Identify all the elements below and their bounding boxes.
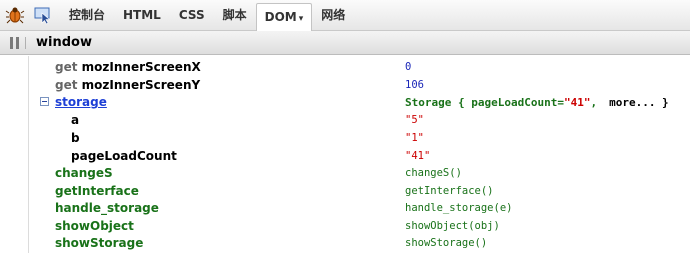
- tab-label: HTML: [123, 7, 161, 22]
- property-value[interactable]: handle_storage(e): [405, 202, 512, 214]
- property-name: showObject: [55, 219, 134, 233]
- firebug-toolbar: 控制台 HTML CSS 脚本 DOM ▾ 网络: [0, 0, 690, 31]
- dom-property-row[interactable]: b "1": [0, 129, 690, 147]
- property-value: 106: [405, 79, 424, 91]
- getter-prefix: get: [55, 60, 78, 74]
- property-name: changeS: [55, 166, 113, 180]
- dom-property-row-storage[interactable]: storage Storage { pageLoadCount="41", mor…: [0, 93, 690, 111]
- tab-label: 脚本: [222, 7, 247, 22]
- tab-label: CSS: [178, 7, 205, 22]
- tab-net[interactable]: 网络: [312, 0, 354, 31]
- inspect-pointer-icon[interactable]: [32, 4, 54, 26]
- tab-console[interactable]: 控制台: [60, 0, 114, 31]
- dom-property-row[interactable]: pageLoadCount "41": [0, 147, 690, 165]
- object-summary: Storage { pageLoadCount=: [405, 95, 564, 109]
- tab-label: DOM: [264, 9, 297, 24]
- property-value[interactable]: getInterface(): [405, 185, 494, 197]
- tab-label: 网络: [321, 7, 346, 22]
- firebug-bug-icon[interactable]: [4, 4, 26, 26]
- tab-css[interactable]: CSS: [170, 0, 214, 31]
- property-name: getInterface: [55, 184, 139, 198]
- property-value: "41": [405, 150, 431, 162]
- pane-grip-icon[interactable]: [10, 31, 26, 55]
- property-name: a: [71, 113, 80, 127]
- breadcrumb: window: [0, 31, 690, 55]
- property-value[interactable]: changeS(): [405, 167, 462, 179]
- panel-tabs: 控制台 HTML CSS 脚本 DOM ▾ 网络: [60, 0, 354, 31]
- property-value[interactable]: showStorage(): [405, 237, 487, 249]
- object-summary-string: "41": [563, 95, 591, 109]
- dom-property-row[interactable]: showObject showObject(obj): [0, 217, 690, 235]
- dom-property-row[interactable]: handle_storage handle_storage(e): [0, 199, 690, 217]
- dom-property-row[interactable]: get mozInnerScreenX 0: [0, 58, 690, 76]
- property-name[interactable]: storage: [55, 95, 107, 109]
- property-value[interactable]: Storage { pageLoadCount="41", more... }: [405, 96, 669, 109]
- tab-label: 控制台: [69, 7, 106, 22]
- property-value: 0: [405, 61, 412, 73]
- dom-property-row[interactable]: getInterface getInterface(): [0, 182, 690, 200]
- property-value: "5": [405, 114, 424, 126]
- more-link[interactable]: more... }: [609, 96, 669, 109]
- dom-property-row[interactable]: a "5": [0, 111, 690, 129]
- dom-property-row[interactable]: get mozInnerScreenY 106: [0, 76, 690, 94]
- object-summary-comma: ,: [590, 95, 598, 109]
- property-value[interactable]: showObject(obj): [405, 220, 500, 232]
- property-name: mozInnerScreenX: [81, 60, 201, 74]
- property-name: mozInnerScreenY: [81, 78, 201, 92]
- property-name: b: [71, 131, 80, 145]
- tab-html[interactable]: HTML: [114, 0, 170, 31]
- property-name: pageLoadCount: [71, 149, 177, 163]
- tab-script[interactable]: 脚本: [214, 0, 256, 31]
- getter-prefix: get: [55, 78, 78, 92]
- dom-properties-panel: get mozInnerScreenX 0 get mozInnerScreen…: [0, 56, 690, 253]
- property-value: "1": [405, 132, 424, 144]
- collapse-toggle-icon[interactable]: [40, 97, 49, 106]
- dom-property-row[interactable]: changeS changeS(): [0, 164, 690, 182]
- property-name: handle_storage: [55, 201, 159, 215]
- breadcrumb-item-window[interactable]: window: [36, 35, 92, 50]
- dom-property-row[interactable]: showStorage showStorage(): [0, 234, 690, 252]
- tab-dom[interactable]: DOM ▾: [255, 2, 313, 31]
- chevron-down-icon[interactable]: ▾: [299, 14, 304, 24]
- property-name: showStorage: [55, 236, 144, 250]
